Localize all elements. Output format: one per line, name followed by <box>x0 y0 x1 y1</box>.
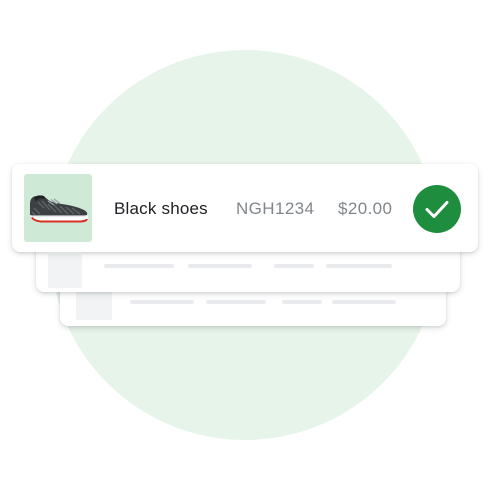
placeholder-line <box>274 264 314 268</box>
placeholder-line <box>326 264 392 268</box>
product-name: Black shoes <box>114 199 208 218</box>
check-badge <box>413 185 461 233</box>
placeholder-line <box>282 300 322 304</box>
placeholder-line <box>130 300 194 304</box>
product-price: $20.00 <box>338 199 393 218</box>
check-icon <box>425 201 449 218</box>
illustration: Black shoes NGH1234 $20.00 <box>0 0 490 490</box>
product-thumbnail <box>24 174 92 242</box>
placeholder-line <box>104 264 174 268</box>
placeholder-line <box>206 300 266 304</box>
product-row-card[interactable]: Black shoes NGH1234 $20.00 <box>12 164 478 252</box>
placeholder-line <box>332 300 396 304</box>
placeholder-line <box>188 264 252 268</box>
shoe-image <box>30 195 88 223</box>
product-sku: NGH1234 <box>236 199 315 218</box>
placeholder-thumbnail <box>48 254 82 288</box>
placeholder-thumbnail <box>76 292 112 320</box>
